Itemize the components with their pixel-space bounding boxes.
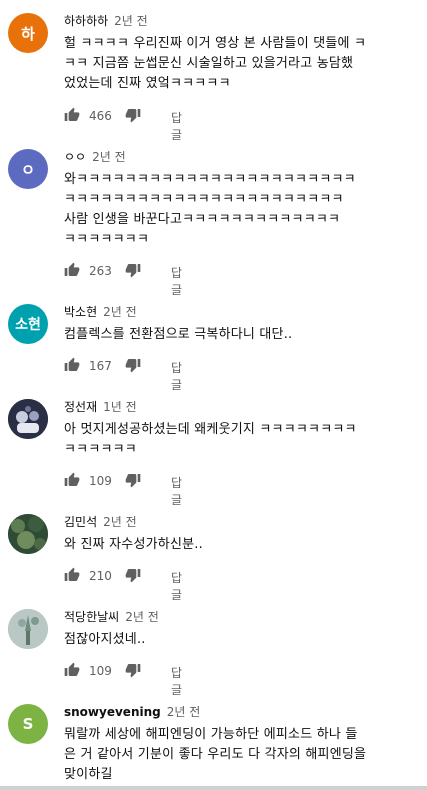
like-count: 210 xyxy=(89,569,112,583)
thumb-up-icon xyxy=(64,662,80,676)
thumb-up-icon xyxy=(64,262,80,276)
dislike-button[interactable] xyxy=(125,107,141,123)
thumb-up-icon xyxy=(64,107,80,121)
dislike-button[interactable] xyxy=(125,662,141,678)
comment-text: 점잖아지셨네.. xyxy=(64,630,416,650)
comment-time[interactable]: 2년 전 xyxy=(167,705,201,719)
like-button[interactable] xyxy=(64,262,80,278)
avatar[interactable] xyxy=(8,609,48,649)
comment-text: 뭐랄까 세상에 해피엔딩이 가능하단 에피소드 하나 들 은 거 같아서 기분이… xyxy=(64,725,416,785)
comment-text: 컴플렉스를 전환점으로 극복하다니 대단.. xyxy=(64,325,416,345)
comment-time[interactable]: 2년 전 xyxy=(92,150,126,164)
reply-button[interactable]: 답글 xyxy=(171,664,182,698)
thumb-down-icon xyxy=(125,569,141,583)
dislike-button[interactable] xyxy=(125,262,141,278)
comment-line: 었었는데 진짜 였엌ㅋㅋㅋㅋㅋ xyxy=(64,76,231,91)
author-name[interactable]: ㅇㅇ xyxy=(64,150,86,164)
avatar[interactable] xyxy=(8,514,48,554)
comment-header: ㅇㅇ 2년 전 xyxy=(64,149,126,165)
thumb-up-icon xyxy=(64,357,80,371)
author-name[interactable]: snowyevening xyxy=(64,705,161,719)
avatar-photo xyxy=(8,609,48,649)
thumb-down-icon xyxy=(125,109,141,123)
thumb-up-icon xyxy=(64,472,80,486)
author-name[interactable]: 하하하하 xyxy=(64,14,108,28)
comment-line: 뭐랄까 세상에 해피엔딩이 가능하단 에피소드 하나 들 xyxy=(64,727,358,742)
comment-header: 박소현 2년 전 xyxy=(64,304,137,320)
avatar[interactable]: 소현 xyxy=(8,304,48,344)
like-button[interactable] xyxy=(64,472,80,488)
dislike-button[interactable] xyxy=(125,472,141,488)
thumb-down-icon xyxy=(125,474,141,488)
comment-line: 점잖아지셨네.. xyxy=(64,632,146,647)
like-count: 167 xyxy=(89,359,112,373)
comment-line: 맞이하길 xyxy=(64,767,113,782)
comment-line: ㅋㅋㅋㅋㅋㅋ xyxy=(64,442,137,457)
avatar-photo xyxy=(8,514,48,554)
reply-button[interactable]: 답글 xyxy=(171,474,182,508)
author-name[interactable]: 적당한날씨 xyxy=(64,610,119,624)
dislike-button[interactable] xyxy=(125,357,141,373)
avatar-photo xyxy=(8,399,48,439)
comment-header: 하하하하 2년 전 xyxy=(64,13,148,29)
comment-text: 헐 ㅋㅋㅋㅋ 우리진짜 이거 영상 본 사람들이 댓들에 ㅋ ㅋㅋ 지금쯤 눈썹… xyxy=(64,34,416,94)
like-count: 466 xyxy=(89,109,112,123)
thumb-down-icon xyxy=(125,264,141,278)
author-name[interactable]: 김민석 xyxy=(64,515,97,529)
like-count: 109 xyxy=(89,664,112,678)
horizontal-scrollbar[interactable] xyxy=(0,786,427,790)
comment-line: 와 진짜 자수성가하신분.. xyxy=(64,537,203,552)
comment-header: snowyevening 2년 전 xyxy=(64,704,200,720)
comment-line: ㅋㅋㅋㅋㅋㅋㅋㅋㅋㅋㅋㅋㅋㅋㅋㅋㅋㅋㅋㅋㅋㅋㅋ xyxy=(64,192,344,207)
comment-time[interactable]: 2년 전 xyxy=(125,610,159,624)
comment-line: ㅋㅋㅋㅋㅋㅋㅋ xyxy=(64,232,150,247)
reply-button[interactable]: 답글 xyxy=(171,569,182,603)
avatar[interactable]: 하 xyxy=(8,13,48,53)
comment-line: 사람 인생을 바꾼다고ㅋㅋㅋㅋㅋㅋㅋㅋㅋㅋㅋㅋㅋ xyxy=(64,212,341,227)
like-button[interactable] xyxy=(64,662,80,678)
comment-text: 와 진짜 자수성가하신분.. xyxy=(64,535,416,555)
comment-line: 컴플렉스를 전환점으로 극복하다니 대단.. xyxy=(64,327,293,342)
like-button[interactable] xyxy=(64,567,80,583)
avatar[interactable]: ㅇ xyxy=(8,149,48,189)
reply-button[interactable]: 답글 xyxy=(171,109,182,143)
avatar[interactable] xyxy=(8,399,48,439)
comment-time[interactable]: 2년 전 xyxy=(103,515,137,529)
reply-button[interactable]: 답글 xyxy=(171,264,182,298)
like-button[interactable] xyxy=(64,357,80,373)
comment-text: 와ㅋㅋㅋㅋㅋㅋㅋㅋㅋㅋㅋㅋㅋㅋㅋㅋㅋㅋㅋㅋㅋㅋㅋ ㅋㅋㅋㅋㅋㅋㅋㅋㅋㅋㅋㅋㅋㅋㅋ… xyxy=(64,170,416,250)
comment-time[interactable]: 2년 전 xyxy=(114,14,148,28)
author-name[interactable]: 박소현 xyxy=(64,305,97,319)
comment-time[interactable]: 2년 전 xyxy=(103,305,137,319)
author-name[interactable]: 정선재 xyxy=(64,400,97,414)
dislike-button[interactable] xyxy=(125,567,141,583)
reply-button[interactable]: 답글 xyxy=(171,359,182,393)
comment-header: 정선재 1년 전 xyxy=(64,399,137,415)
thumb-up-icon xyxy=(64,567,80,581)
like-count: 109 xyxy=(89,474,112,488)
like-button[interactable] xyxy=(64,107,80,123)
comment-header: 적당한날씨 2년 전 xyxy=(64,609,159,625)
comment-line: 와ㅋㅋㅋㅋㅋㅋㅋㅋㅋㅋㅋㅋㅋㅋㅋㅋㅋㅋㅋㅋㅋㅋㅋ xyxy=(64,172,356,187)
avatar[interactable]: S xyxy=(8,704,48,744)
like-count: 263 xyxy=(89,264,112,278)
comment-text: 아 멋지게성공하셨는데 왜케웃기지 ㅋㅋㅋㅋㅋㅋㅋㅋ ㅋㅋㅋㅋㅋㅋ xyxy=(64,420,416,460)
comment-line: 은 거 같아서 기분이 좋다 우리도 다 각자의 해피엔딩을 xyxy=(64,747,367,762)
comment-time[interactable]: 1년 전 xyxy=(103,400,137,414)
comment-header: 김민석 2년 전 xyxy=(64,514,137,530)
thumb-down-icon xyxy=(125,664,141,678)
thumb-down-icon xyxy=(125,359,141,373)
comment-line: 아 멋지게성공하셨는데 왜케웃기지 ㅋㅋㅋㅋㅋㅋㅋㅋ xyxy=(64,422,357,437)
comment-line: ㅋㅋ 지금쯤 눈썹문신 시술일하고 있을거라고 농담했 xyxy=(64,56,354,71)
comment-line: 헐 ㅋㅋㅋㅋ 우리진짜 이거 영상 본 사람들이 댓들에 ㅋ xyxy=(64,36,367,51)
